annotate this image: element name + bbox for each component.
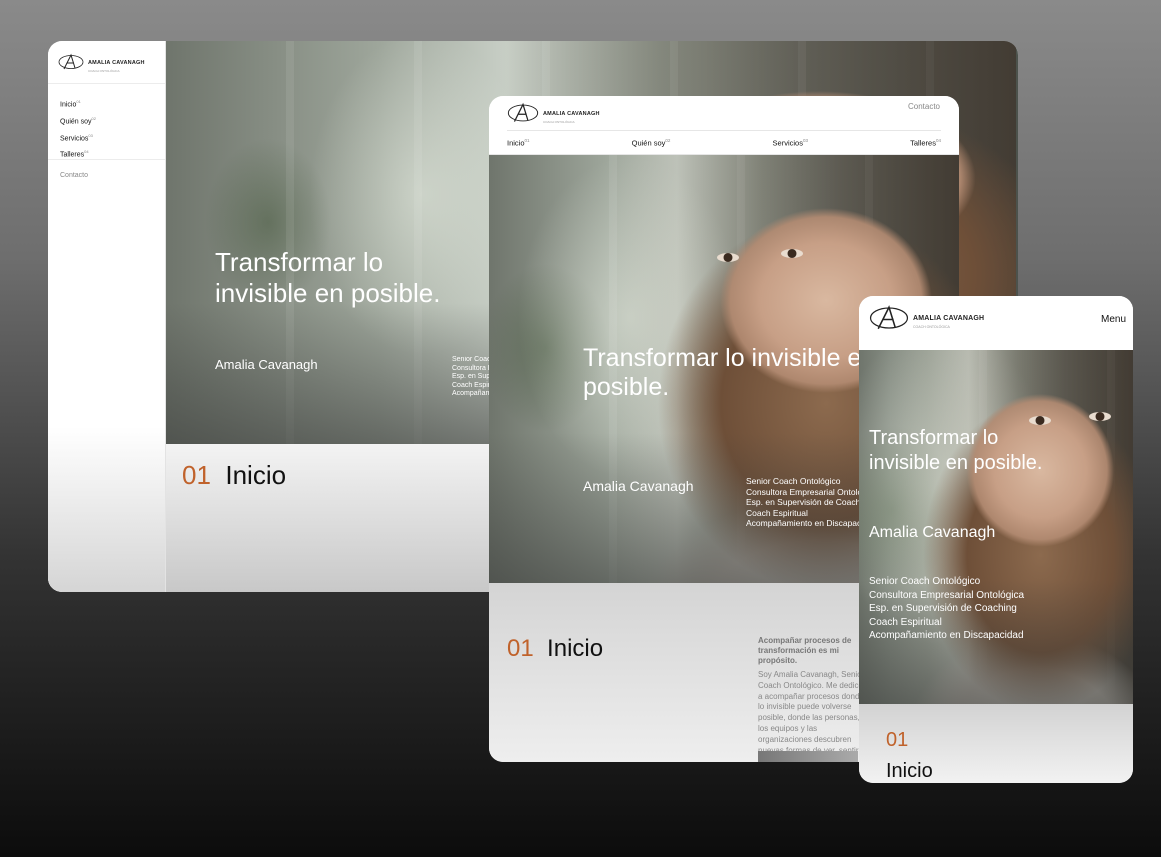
brand-tagline: COACH ONTOLÓGICA [913,325,950,329]
divider [507,130,941,131]
roles-list: Senior Coach Ontológico Consultora Empre… [746,476,861,528]
section-title: Inicio [886,760,933,782]
brand-tagline: COACH ONTOLÓGICA [88,69,120,73]
nav-item-servicios[interactable]: Servicios03 [773,138,808,148]
bio-text: Soy Amalia Cavanagh, Senior Coach Ontoló… [758,670,865,762]
brand-name: AMALIA CAVANAGH [543,111,600,117]
logo[interactable]: AMALIA CAVANAGH COACH ONTOLÓGICA [58,51,145,73]
nav-item-inicio[interactable]: Inicio01 [507,138,530,148]
signature-logo-icon [507,102,539,122]
sidebar: AMALIA CAVANAGH COACH ONTOLÓGICA Inicio01… [48,41,166,592]
brand-name: AMALIA CAVANAGH [913,315,985,322]
nav-item-inicio[interactable]: Inicio01 [60,95,96,112]
logo[interactable]: AMALIA CAVANAGH COACH ONTOLÓGICA [869,304,984,332]
nav-item-talleres[interactable]: Talleres04 [910,138,941,148]
contact-link[interactable]: Contacto [60,172,88,179]
section-title: Inicio [225,460,287,490]
divider [48,159,165,160]
signature-logo-icon [58,53,84,70]
header: AMALIA CAVANAGH COACH ONTOLÓGICA Menu [859,296,1133,350]
section-image [758,751,858,762]
hero-name: Amalia Cavanagh [583,478,694,494]
contact-link[interactable]: Contacto [908,102,940,111]
section-number: 01 [886,729,909,751]
section-number: 01 [182,460,211,490]
roles-list: Senior Coach Ontológico Consultora Empre… [869,576,1025,642]
brand-tagline: COACH ONTOLÓGICA [543,120,575,124]
section-intro: 01 Inicio [859,704,1133,783]
roles-list: Senior Coach Ontológico Consultora Empre… [452,356,492,397]
brand-name: AMALIA CAVANAGH [88,60,145,66]
signature-logo-icon [869,305,909,330]
hero-title: Transformar lo invisible en posible. [583,344,876,401]
section-heading: 01 Inicio [182,460,286,491]
section-title: Inicio [547,635,604,662]
nav-item-quien-soy[interactable]: Quién soy02 [632,138,671,148]
logo[interactable]: AMALIA CAVANAGH COACH ONTOLÓGICA [507,102,600,124]
divider [48,83,165,84]
mobile-mockup: AMALIA CAVANAGH COACH ONTOLÓGICA Menu Tra… [859,296,1133,783]
hero-title: Transformar lo invisible en posible. [869,427,1043,474]
sidebar-nav: Inicio01 Quién soy02 Servicios03 Tallere… [60,95,96,162]
section-heading: 01 Inicio [507,635,603,663]
menu-button[interactable]: Menu [1101,314,1126,325]
header: AMALIA CAVANAGH COACH ONTOLÓGICA Contacto… [489,96,959,155]
hero-title: Transformar lo invisible en posible. [215,247,441,308]
hero-name: Amalia Cavanagh [215,357,318,372]
hero-name: Amalia Cavanagh [869,524,996,541]
section-number: 01 [507,635,534,662]
nav-item-servicios[interactable]: Servicios03 [60,129,96,146]
nav-item-quien-soy[interactable]: Quién soy02 [60,112,96,129]
purpose-text: Acompañar procesos de transformación es … [758,636,852,665]
top-nav: Inicio01 Quién soy02 Servicios03 Tallere… [507,138,941,148]
